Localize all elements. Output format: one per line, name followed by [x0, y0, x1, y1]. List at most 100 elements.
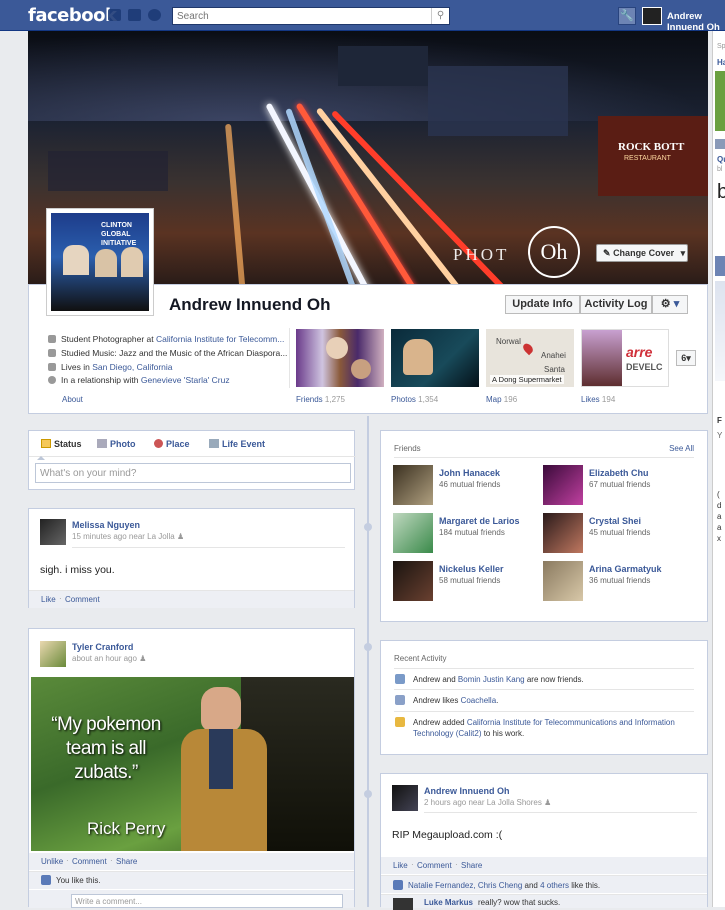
profile-name: Andrew Innuend Oh — [169, 295, 331, 314]
activity-log-button[interactable]: Activity Log — [580, 295, 652, 314]
friend-name[interactable]: Elizabeth Chu — [589, 468, 649, 478]
map-place-label: A Dong Supermarket — [490, 375, 564, 384]
user-avatar[interactable] — [642, 7, 662, 25]
search-input[interactable] — [173, 8, 428, 24]
user-name-link[interactable]: Andrew Innuend Oh — [667, 11, 725, 33]
facebook-logo[interactable]: facebook — [28, 5, 117, 26]
wrench-icon[interactable]: 🔧 — [618, 7, 636, 25]
photos-tile[interactable] — [391, 329, 479, 387]
comment-link[interactable]: Comment — [417, 861, 452, 870]
gear-icon: ⚙ — [660, 298, 671, 310]
tab-place[interactable]: Place — [154, 439, 190, 449]
map-tile-label[interactable]: Map 196 — [486, 395, 517, 404]
tab-photo[interactable]: Photo — [97, 439, 136, 449]
activity-link[interactable]: Coachella — [461, 696, 497, 705]
unlike-link[interactable]: Unlike — [41, 857, 63, 866]
search-icon[interactable]: ⚲ — [431, 8, 449, 24]
friend-requests-icon[interactable] — [108, 9, 121, 21]
comment-link[interactable]: Comment — [72, 857, 107, 866]
post-meta-text: 15 minutes ago near La Jolla — [72, 532, 175, 541]
friend-photo[interactable] — [543, 465, 583, 505]
friend-photo[interactable] — [393, 513, 433, 553]
mutual-friends[interactable]: 36 mutual friends — [589, 576, 650, 585]
friend-name[interactable]: Arina Garmatyuk — [589, 564, 662, 574]
cover-logo: Oh — [528, 226, 580, 278]
sidebar-fragment[interactable]: Ha — [717, 58, 725, 67]
like-link[interactable]: Like — [41, 595, 56, 604]
activity-link[interactable]: Bomin Justin Kang — [458, 675, 525, 684]
avatar[interactable] — [392, 785, 418, 811]
mutual-friends[interactable]: 184 mutual friends — [439, 528, 505, 537]
post-author[interactable]: Tyler Cranford — [72, 642, 133, 652]
divider — [394, 457, 694, 458]
search-box[interactable]: ⚲ — [172, 7, 450, 25]
location-link[interactable]: San Diego, California — [92, 362, 172, 372]
sidebar-ad-image[interactable] — [715, 71, 725, 131]
work-link[interactable]: California Institute for Telecomm... — [156, 334, 284, 344]
friend-photo[interactable] — [543, 513, 583, 553]
friends-tile-label[interactable]: Friends 1,275 — [296, 395, 345, 404]
friend-name[interactable]: John Hanacek — [439, 468, 500, 478]
comment-link[interactable]: Comment — [65, 595, 100, 604]
sidebar-fragment: a — [717, 523, 722, 532]
map-tile[interactable]: Norwal Anahei Santa A Dong Supermarket — [486, 329, 574, 387]
avatar[interactable] — [40, 641, 66, 667]
friend-name[interactable]: Margaret de Larios — [439, 516, 520, 526]
friend-name[interactable]: Crystal Shei — [589, 516, 641, 526]
post-author[interactable]: Melissa Nguyen — [72, 520, 140, 530]
pencil-icon: ✎ — [603, 248, 611, 258]
tab-status[interactable]: Status — [41, 439, 82, 449]
map-label: Santa — [544, 365, 565, 374]
tab-label: Place — [166, 439, 190, 449]
share-link[interactable]: Share — [116, 857, 137, 866]
comment-input[interactable]: Write a comment... — [71, 894, 343, 908]
post-text: sigh. i miss you. — [40, 564, 115, 576]
likes-others-link[interactable]: 4 others — [540, 881, 569, 890]
sidebar-fragment: x — [717, 534, 721, 543]
location-info: Lives in San Diego, California — [48, 362, 173, 372]
friend-name[interactable]: Nickelus Keller — [439, 564, 504, 574]
friend-photo[interactable] — [393, 561, 433, 601]
mutual-friends[interactable]: 46 mutual friends — [439, 480, 500, 489]
tab-life-event[interactable]: Life Event — [209, 439, 265, 449]
mutual-friends[interactable]: 67 mutual friends — [589, 480, 650, 489]
friend-photo[interactable] — [393, 465, 433, 505]
relationship-link[interactable]: Genevieve 'Starla' Cruz — [141, 375, 230, 385]
notifications-icon[interactable] — [148, 9, 161, 21]
thumbs-up-icon — [41, 875, 51, 885]
post-image[interactable]: “My pokemon team is all zubats.” Rick Pe… — [31, 677, 354, 851]
avatar[interactable] — [40, 519, 66, 545]
see-all-link[interactable]: See All — [669, 444, 694, 453]
update-info-button[interactable]: Update Info — [505, 295, 580, 314]
status-input[interactable]: What's on your mind? — [35, 463, 351, 483]
timeline-spine — [367, 416, 369, 907]
image-quote: “My pokemon team is all zubats.” — [51, 714, 161, 783]
mutual-friends[interactable]: 45 mutual friends — [589, 528, 650, 537]
avatar[interactable] — [393, 898, 413, 910]
likes-tile[interactable]: arre DEVELC — [581, 329, 669, 387]
recent-activity-box: Recent Activity Andrew and Bomin Justin … — [380, 640, 708, 755]
friends-tile[interactable] — [296, 329, 384, 387]
like-link[interactable]: Like — [393, 861, 408, 870]
likes-names-link[interactable]: Natalie Fernandez, Chris Cheng — [408, 881, 522, 890]
likes-tile-label[interactable]: Likes 194 — [581, 395, 615, 404]
photos-tile-label[interactable]: Photos 1,354 — [391, 395, 438, 404]
settings-gear-button[interactable]: ⚙ ▾ — [652, 295, 688, 314]
about-link[interactable]: About — [62, 395, 83, 404]
post-author[interactable]: Andrew Innuend Oh — [424, 786, 510, 796]
sidebar-fragment: Y — [717, 431, 723, 440]
mutual-friends[interactable]: 58 mutual friends — [439, 576, 500, 585]
more-sections-button[interactable]: 6▾ — [676, 350, 696, 366]
activity-text: Andrew and — [413, 675, 458, 684]
friend-photo[interactable] — [543, 561, 583, 601]
comment-author[interactable]: Luke Markus — [424, 898, 473, 907]
change-cover-button[interactable]: ✎ Change Cover ▾ — [596, 244, 688, 262]
house-icon — [48, 363, 56, 371]
profile-picture[interactable]: CLINTON GLOBAL INITIATIVE — [46, 208, 154, 316]
sidebar-fragment[interactable]: Qu — [717, 155, 725, 164]
messages-icon[interactable] — [128, 9, 141, 21]
share-link[interactable]: Share — [461, 861, 482, 870]
thumbs-up-icon — [393, 880, 403, 890]
likes-logo: arre — [626, 344, 653, 360]
sidebar-fragment: Sp — [717, 43, 725, 50]
